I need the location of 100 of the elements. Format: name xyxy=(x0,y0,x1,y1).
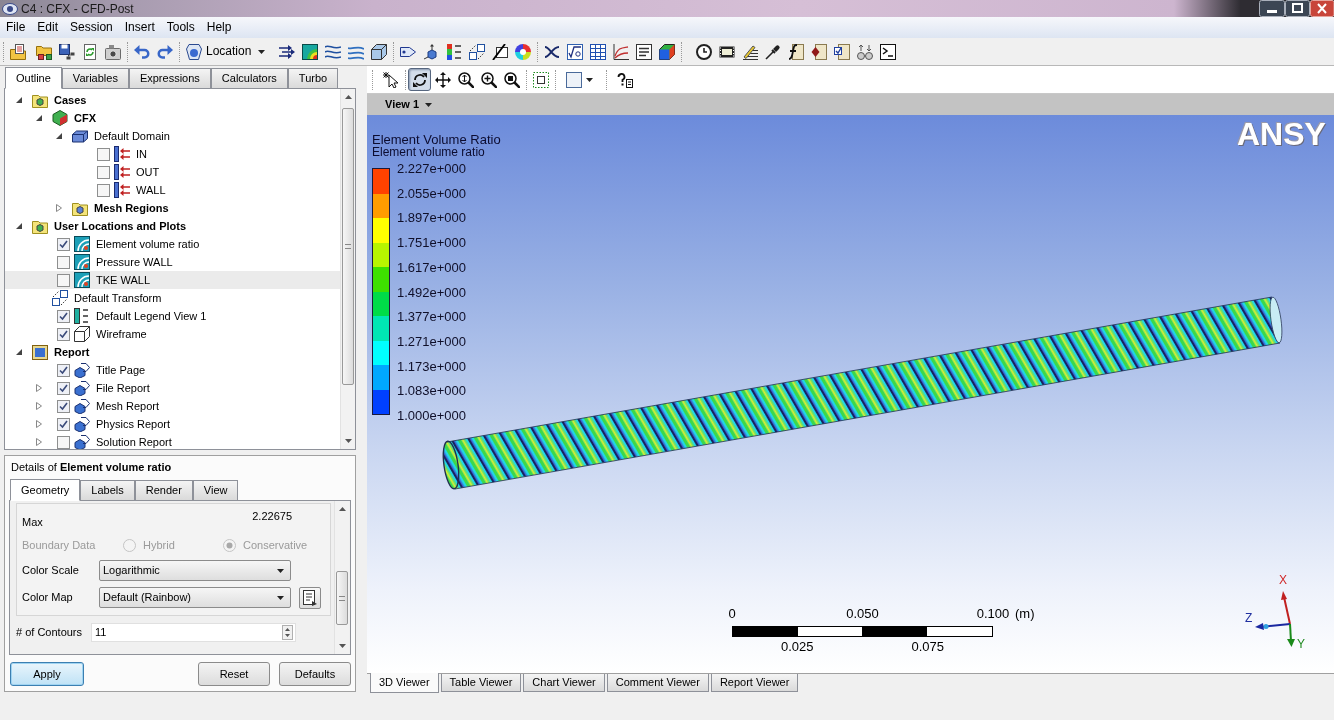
tree-row[interactable]: File Report xyxy=(5,379,340,397)
tree-row[interactable]: TKE WALL xyxy=(5,271,340,289)
checkbox[interactable] xyxy=(57,327,70,341)
tree-row[interactable]: CFX xyxy=(5,109,340,127)
clock-icon[interactable] xyxy=(695,43,712,60)
tree-row[interactable]: Pressure WALL xyxy=(5,253,340,271)
tab[interactable]: Turbo xyxy=(287,68,339,88)
tree-row[interactable]: Solution Report xyxy=(5,433,340,449)
menu-item[interactable]: Tools xyxy=(160,20,201,35)
contour-icon[interactable] xyxy=(301,43,318,60)
diamond-sheet-icon[interactable] xyxy=(810,43,827,60)
scroll-up-arrow-icon[interactable] xyxy=(344,95,352,99)
scroll-thumb[interactable] xyxy=(342,108,354,385)
tab[interactable]: Comment Viewer xyxy=(606,674,709,692)
scrollbar[interactable] xyxy=(340,89,355,449)
hexagon-arrows-icon[interactable] xyxy=(422,43,439,60)
tree-row[interactable]: Report xyxy=(5,343,340,361)
location-button[interactable]: Location xyxy=(182,39,272,64)
maximize-icon[interactable] xyxy=(1285,0,1310,17)
checkbox[interactable] xyxy=(97,147,110,161)
menu-item[interactable]: Insert xyxy=(118,20,161,35)
zoom-fit-icon[interactable] xyxy=(503,71,520,88)
expander-arrow-icon[interactable] xyxy=(55,132,63,140)
color-map-dropdown[interactable]: Default (Rainbow) xyxy=(99,587,291,608)
caret-icon[interactable] xyxy=(277,595,284,600)
color-wheel-icon[interactable] xyxy=(514,43,531,60)
camera-icon[interactable] xyxy=(104,43,121,60)
contours-spinbox[interactable]: 11 xyxy=(91,623,296,642)
tab[interactable]: Table Viewer xyxy=(440,674,522,692)
table-icon[interactable] xyxy=(589,43,606,60)
scrollbar[interactable] xyxy=(334,501,349,654)
scroll-thumb[interactable] xyxy=(336,571,348,625)
tree-row[interactable]: WALL xyxy=(5,181,340,199)
pen-lines-icon[interactable] xyxy=(741,43,758,60)
scroll-down-arrow-icon[interactable] xyxy=(344,439,352,443)
tree-row[interactable]: Default Legend View 1 xyxy=(5,307,340,325)
tree-row[interactable]: Wireframe xyxy=(5,325,340,343)
text-box-icon[interactable] xyxy=(635,43,652,60)
crossed-curves-icon[interactable] xyxy=(543,43,560,60)
help-cursor-icon[interactable] xyxy=(616,71,633,88)
menu-item[interactable]: File xyxy=(0,20,32,35)
tab[interactable]: Report Viewer xyxy=(710,674,799,692)
color-cube-icon[interactable] xyxy=(658,43,675,60)
checkbox[interactable] xyxy=(57,237,70,251)
tab[interactable]: Geometry xyxy=(10,479,81,501)
clip-plane-icon[interactable] xyxy=(491,43,508,60)
scroll-down-arrow-icon[interactable] xyxy=(338,644,346,648)
folder-tree-icon[interactable] xyxy=(35,43,52,60)
tree-row[interactable]: Mesh Regions xyxy=(5,199,340,217)
tree-row[interactable]: Mesh Report xyxy=(5,397,340,415)
save-icon[interactable] xyxy=(58,43,75,60)
tab[interactable]: Chart Viewer xyxy=(523,674,605,692)
line-chart-icon[interactable] xyxy=(612,43,629,60)
tree-row[interactable]: Default Transform xyxy=(5,289,340,307)
close-icon[interactable] xyxy=(1310,0,1334,17)
view-selector[interactable]: View 1 xyxy=(385,98,433,111)
scroll-up-arrow-icon[interactable] xyxy=(338,507,346,511)
tab[interactable]: 3D Viewer xyxy=(370,673,439,693)
tab[interactable]: Labels xyxy=(80,480,135,500)
transform-icon[interactable] xyxy=(468,43,485,60)
legend-bar-icon[interactable] xyxy=(445,43,462,60)
checkbox[interactable] xyxy=(97,165,110,179)
caret-icon[interactable] xyxy=(258,49,265,54)
redo-icon[interactable] xyxy=(156,43,173,60)
undo-icon[interactable] xyxy=(133,43,150,60)
streamline-icon[interactable] xyxy=(324,43,341,60)
expander-arrow-icon[interactable] xyxy=(15,96,23,104)
eyedropper-icon[interactable] xyxy=(764,43,781,60)
menu-item[interactable]: Help xyxy=(200,20,238,35)
menu-item[interactable]: Session xyxy=(64,20,119,35)
caret-icon[interactable] xyxy=(277,568,284,573)
expander-arrow-icon[interactable] xyxy=(15,222,23,230)
tab[interactable]: View xyxy=(192,480,239,500)
expander-arrow-icon[interactable] xyxy=(35,114,43,122)
menu-item[interactable]: Edit xyxy=(31,20,65,35)
checkbox[interactable] xyxy=(57,435,70,449)
vector-arrows-icon[interactable] xyxy=(278,43,295,60)
tree-row[interactable]: Physics Report xyxy=(5,415,340,433)
cube-icon[interactable] xyxy=(370,43,387,60)
checkbox[interactable] xyxy=(97,183,110,197)
dialog-button[interactable]: Reset xyxy=(198,662,270,686)
minimize-icon[interactable] xyxy=(1259,0,1285,17)
function-icon[interactable] xyxy=(787,43,804,60)
formula-icon[interactable] xyxy=(566,43,583,60)
refresh-icon[interactable] xyxy=(81,43,98,60)
checkbox[interactable] xyxy=(57,255,70,269)
dialog-button[interactable]: Defaults xyxy=(279,662,351,686)
checkbox[interactable] xyxy=(57,381,70,395)
tab[interactable]: Calculators xyxy=(210,68,288,88)
checklist-icon[interactable] xyxy=(833,43,850,60)
gauges-icon[interactable] xyxy=(856,43,873,60)
tab[interactable]: Variables xyxy=(61,68,129,88)
checkbox[interactable] xyxy=(57,273,70,287)
folder-document-icon[interactable] xyxy=(9,43,26,60)
expander-arrow-icon[interactable] xyxy=(15,348,23,356)
viewport-icon[interactable] xyxy=(566,71,582,88)
caret-icon[interactable] xyxy=(586,77,593,82)
tab[interactable]: Render xyxy=(134,480,193,500)
location-icon[interactable] xyxy=(186,43,202,60)
tab[interactable]: Expressions xyxy=(128,68,211,88)
